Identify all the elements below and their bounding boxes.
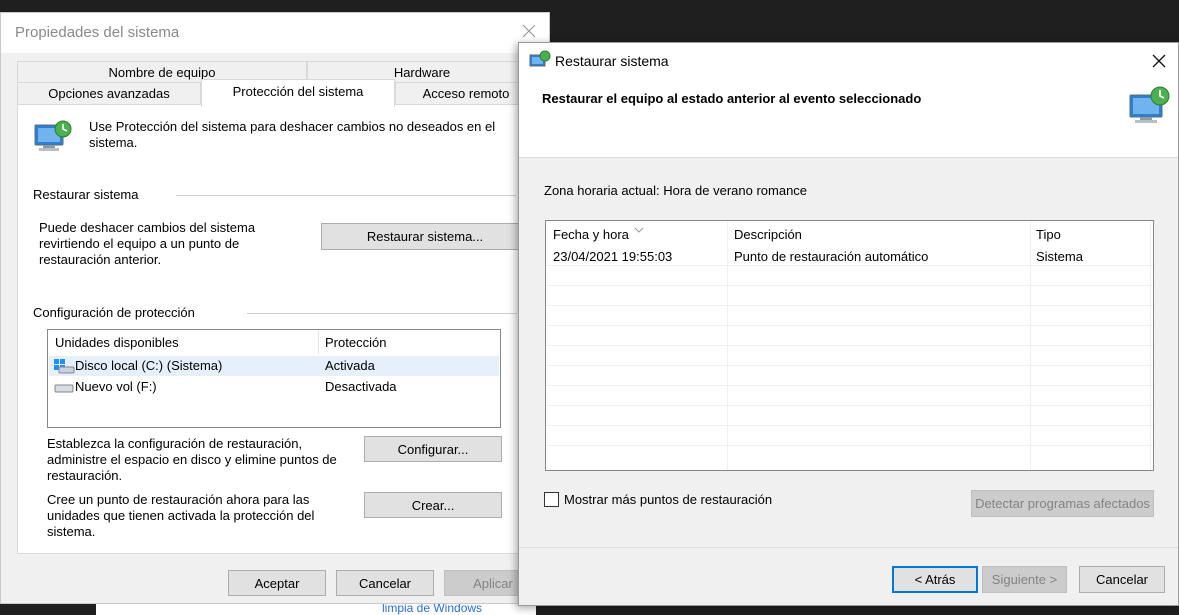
sort-chevron-icon [634, 221, 644, 233]
grid-line [546, 385, 1153, 386]
tab-label: Acceso remoto [422, 86, 510, 101]
cancel-button[interactable]: Cancelar [1079, 566, 1165, 593]
grid-line [546, 425, 1153, 426]
grid-line [546, 365, 1153, 366]
restore-heading: Restaurar sistema [33, 187, 139, 202]
system-restore-large-icon [1127, 83, 1173, 129]
grid-line [546, 325, 1153, 326]
row-type: Sistema [1036, 249, 1083, 264]
close-icon[interactable] [519, 21, 539, 41]
tab-label: Protección del sistema [232, 84, 364, 99]
drive-name: Disco local (C:) (Sistema) [75, 358, 223, 373]
drive-status: Desactivada [325, 379, 397, 394]
row-description: Punto de restauración automático [734, 249, 929, 264]
create-desc: Cree un punto de restauración ahora para… [47, 492, 315, 539]
restore-title-icon [529, 50, 551, 70]
grid-line [546, 305, 1153, 306]
tab-label: Nombre de equipo [108, 65, 216, 80]
ok-button[interactable]: Aceptar [228, 570, 326, 596]
column-divider [318, 330, 319, 354]
windows-drive-icon [53, 358, 75, 374]
cancel-button[interactable]: Cancelar [336, 570, 434, 596]
drive-status: Activada [325, 358, 375, 373]
grid-line [546, 445, 1153, 446]
grid-line [546, 405, 1153, 406]
restore-system-window: Restaurar sistema Restaurar el equipo al… [518, 42, 1179, 606]
drive-name: Nuevo vol (F:) [75, 379, 157, 394]
tab-acceso-remoto[interactable]: Acceso remoto [395, 82, 537, 104]
column-header-proteccion[interactable]: Protección [325, 335, 386, 350]
divider [176, 195, 516, 196]
next-button[interactable]: Siguiente > [982, 566, 1067, 593]
drives-list[interactable]: Unidades disponibles Protección Disco lo… [47, 329, 501, 428]
tab-label: Hardware [393, 65, 451, 80]
list-item[interactable]: Nuevo vol (F:) Desactivada [49, 377, 499, 397]
drive-icon [53, 380, 75, 394]
close-icon[interactable] [1149, 51, 1169, 71]
wizard-heading: Restaurar el equipo al estado anterior a… [542, 91, 922, 106]
footer-divider [519, 547, 1178, 548]
table-row[interactable]: 23/04/2021 19:55:03 Punto de restauració… [546, 248, 1153, 266]
configure-desc: Establezca la configuración de restaurac… [47, 436, 337, 483]
back-button[interactable]: < Atrás [892, 566, 978, 593]
create-button[interactable]: Crear... [364, 492, 502, 518]
configure-button[interactable]: Configurar... [364, 436, 502, 462]
row-date: 23/04/2021 19:55:03 [553, 249, 673, 264]
window-title: Restaurar sistema [555, 53, 669, 69]
tab-proteccion-sistema[interactable]: Protección del sistema [201, 79, 395, 107]
tab-label: Opciones avanzadas [48, 86, 170, 101]
column-header-fecha[interactable]: Fecha y hora [553, 227, 629, 242]
intro-text: Use Protección del sistema para deshacer… [89, 119, 496, 150]
column-header-descripcion[interactable]: Descripción [734, 227, 802, 242]
restore-desc: Puede deshacer cambios del sistema revir… [39, 220, 256, 267]
grid-line [546, 285, 1153, 286]
timezone-text: Zona horaria actual: Hora de verano roma… [544, 183, 808, 198]
system-protection-icon [33, 119, 73, 155]
show-more-checkbox[interactable] [544, 492, 559, 507]
column-header-tipo[interactable]: Tipo [1036, 227, 1061, 242]
column-header-unidades[interactable]: Unidades disponibles [55, 335, 179, 350]
config-heading: Configuración de protección [33, 305, 195, 320]
detect-programs-button[interactable]: Detectar programas afectados [971, 490, 1154, 517]
restore-system-button[interactable]: Restaurar sistema... [321, 223, 529, 250]
list-item[interactable]: Disco local (C:) (Sistema) Activada [49, 356, 499, 376]
restore-points-list[interactable]: Fecha y hora Descripción Tipo 23/04/2021… [545, 220, 1154, 471]
window-title: Propiedades del sistema [15, 24, 180, 41]
divider [247, 313, 517, 314]
grid-line [546, 345, 1153, 346]
tab-opciones-avanzadas[interactable]: Opciones avanzadas [17, 82, 201, 104]
show-more-label[interactable]: Mostrar más puntos de restauración [564, 492, 772, 507]
system-properties-window: Propiedades del sistema Nombre de equipo… [0, 12, 550, 604]
